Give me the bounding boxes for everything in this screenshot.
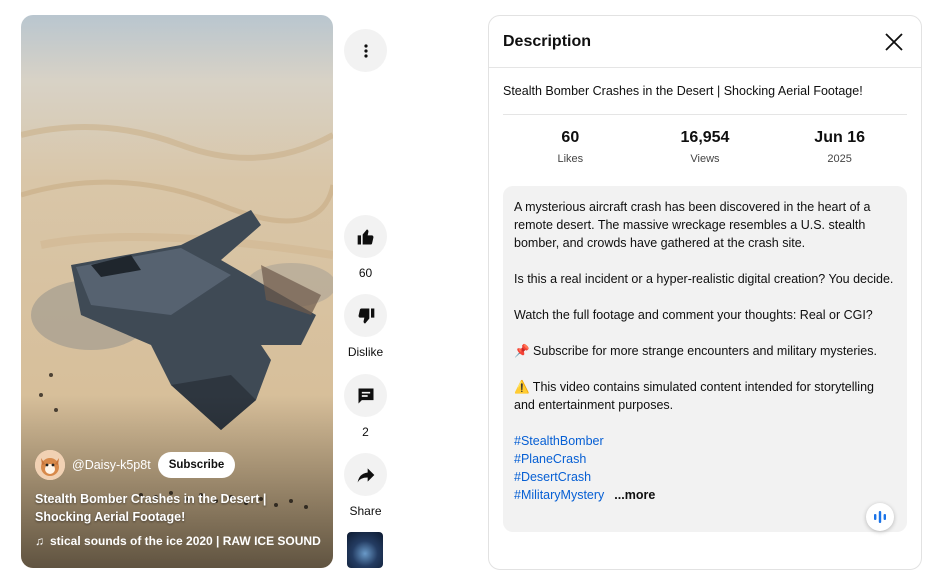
audio-button[interactable] bbox=[866, 503, 894, 531]
comments-group: 2 bbox=[344, 374, 387, 439]
panel-header: Description bbox=[489, 16, 921, 68]
subscribe-button[interactable]: Subscribe bbox=[157, 452, 236, 478]
stat-likes: 60 Likes bbox=[510, 129, 630, 165]
more-vert-icon bbox=[363, 43, 368, 58]
description-video-title: Stealth Bomber Crashes in the Desert | S… bbox=[503, 84, 907, 115]
close-icon bbox=[885, 32, 903, 51]
description-paragraph: Is this a real incident or a hyper-reali… bbox=[514, 272, 894, 286]
stat-value: 60 bbox=[561, 129, 580, 146]
sound-thumbnail[interactable] bbox=[347, 532, 383, 568]
channel-handle[interactable]: @Daisy-k5p8t bbox=[72, 458, 151, 472]
comment-count: 2 bbox=[362, 425, 369, 439]
share-button[interactable] bbox=[344, 453, 387, 496]
comments-button[interactable] bbox=[344, 374, 387, 417]
video-title[interactable]: Stealth Bomber Crashes in the Desert | S… bbox=[35, 490, 323, 526]
audio-wave-icon bbox=[874, 511, 886, 523]
more-options-button[interactable] bbox=[344, 29, 387, 72]
comment-icon bbox=[358, 388, 373, 403]
stat-label: 2025 bbox=[827, 153, 852, 165]
thumbs-up-icon bbox=[357, 229, 373, 244]
description-panel: Description Stealth Bomber Crashes in th… bbox=[488, 15, 922, 570]
dislike-button[interactable] bbox=[344, 294, 387, 337]
stat-label: Views bbox=[690, 153, 720, 165]
description-paragraph: 📌 Subscribe for more strange encounters … bbox=[514, 344, 877, 358]
sound-row[interactable]: ♫ stical sounds of the ice 2020 | RAW IC… bbox=[35, 534, 323, 548]
channel-row: @Daisy-k5p8t Subscribe bbox=[35, 450, 323, 480]
like-button[interactable] bbox=[344, 215, 387, 258]
dislike-label: Dislike bbox=[347, 345, 384, 359]
description-paragraph: Watch the full footage and comment your … bbox=[514, 308, 873, 322]
stat-views: 16,954 Views bbox=[645, 129, 765, 165]
description-paragraph: ⚠️ This video contains simulated content… bbox=[514, 380, 874, 412]
stats-row: 60 Likes 16,954 Views Jun 16 2025 bbox=[503, 129, 907, 165]
like-group: 60 bbox=[344, 215, 387, 280]
sound-name: stical sounds of the ice 2020 | RAW ICE … bbox=[50, 534, 321, 548]
hashtag-link[interactable]: #MilitaryMystery bbox=[514, 486, 604, 504]
panel-title: Description bbox=[503, 32, 592, 50]
more-options-group bbox=[344, 29, 387, 72]
last-hashtag-row: #MilitaryMystery ...more bbox=[514, 486, 896, 504]
hashtag-link[interactable]: #DesertCrash bbox=[514, 468, 896, 486]
hashtag-list: #StealthBomber #PlaneCrash #DesertCrash … bbox=[514, 432, 896, 504]
like-count: 60 bbox=[358, 266, 373, 280]
stat-value: Jun 16 bbox=[814, 129, 865, 146]
hashtag-link[interactable]: #StealthBomber bbox=[514, 432, 896, 450]
description-body: A mysterious aircraft crash has been dis… bbox=[503, 186, 907, 532]
stat-value: 16,954 bbox=[680, 129, 730, 146]
share-group: Share bbox=[344, 453, 387, 518]
video-player[interactable]: @Daisy-k5p8t Subscribe Stealth Bomber Cr… bbox=[21, 15, 333, 568]
description-paragraph: A mysterious aircraft crash has been dis… bbox=[514, 200, 871, 250]
stat-date: Jun 16 2025 bbox=[780, 129, 900, 165]
avatar[interactable] bbox=[35, 450, 65, 480]
share-arrow-icon bbox=[357, 467, 374, 482]
stat-label: Likes bbox=[557, 153, 584, 165]
dog-avatar-icon bbox=[35, 450, 65, 480]
close-button[interactable] bbox=[881, 29, 907, 55]
hashtag-link[interactable]: #PlaneCrash bbox=[514, 450, 896, 468]
video-info-overlay: @Daisy-k5p8t Subscribe Stealth Bomber Cr… bbox=[35, 450, 323, 548]
thumbs-down-icon bbox=[358, 308, 374, 323]
music-note-icon: ♫ bbox=[35, 534, 44, 548]
dislike-group: Dislike bbox=[344, 294, 387, 359]
show-more-link[interactable]: ...more bbox=[614, 486, 655, 504]
shorts-page: @Daisy-k5p8t Subscribe Stealth Bomber Cr… bbox=[0, 0, 934, 577]
share-label: Share bbox=[349, 504, 382, 518]
